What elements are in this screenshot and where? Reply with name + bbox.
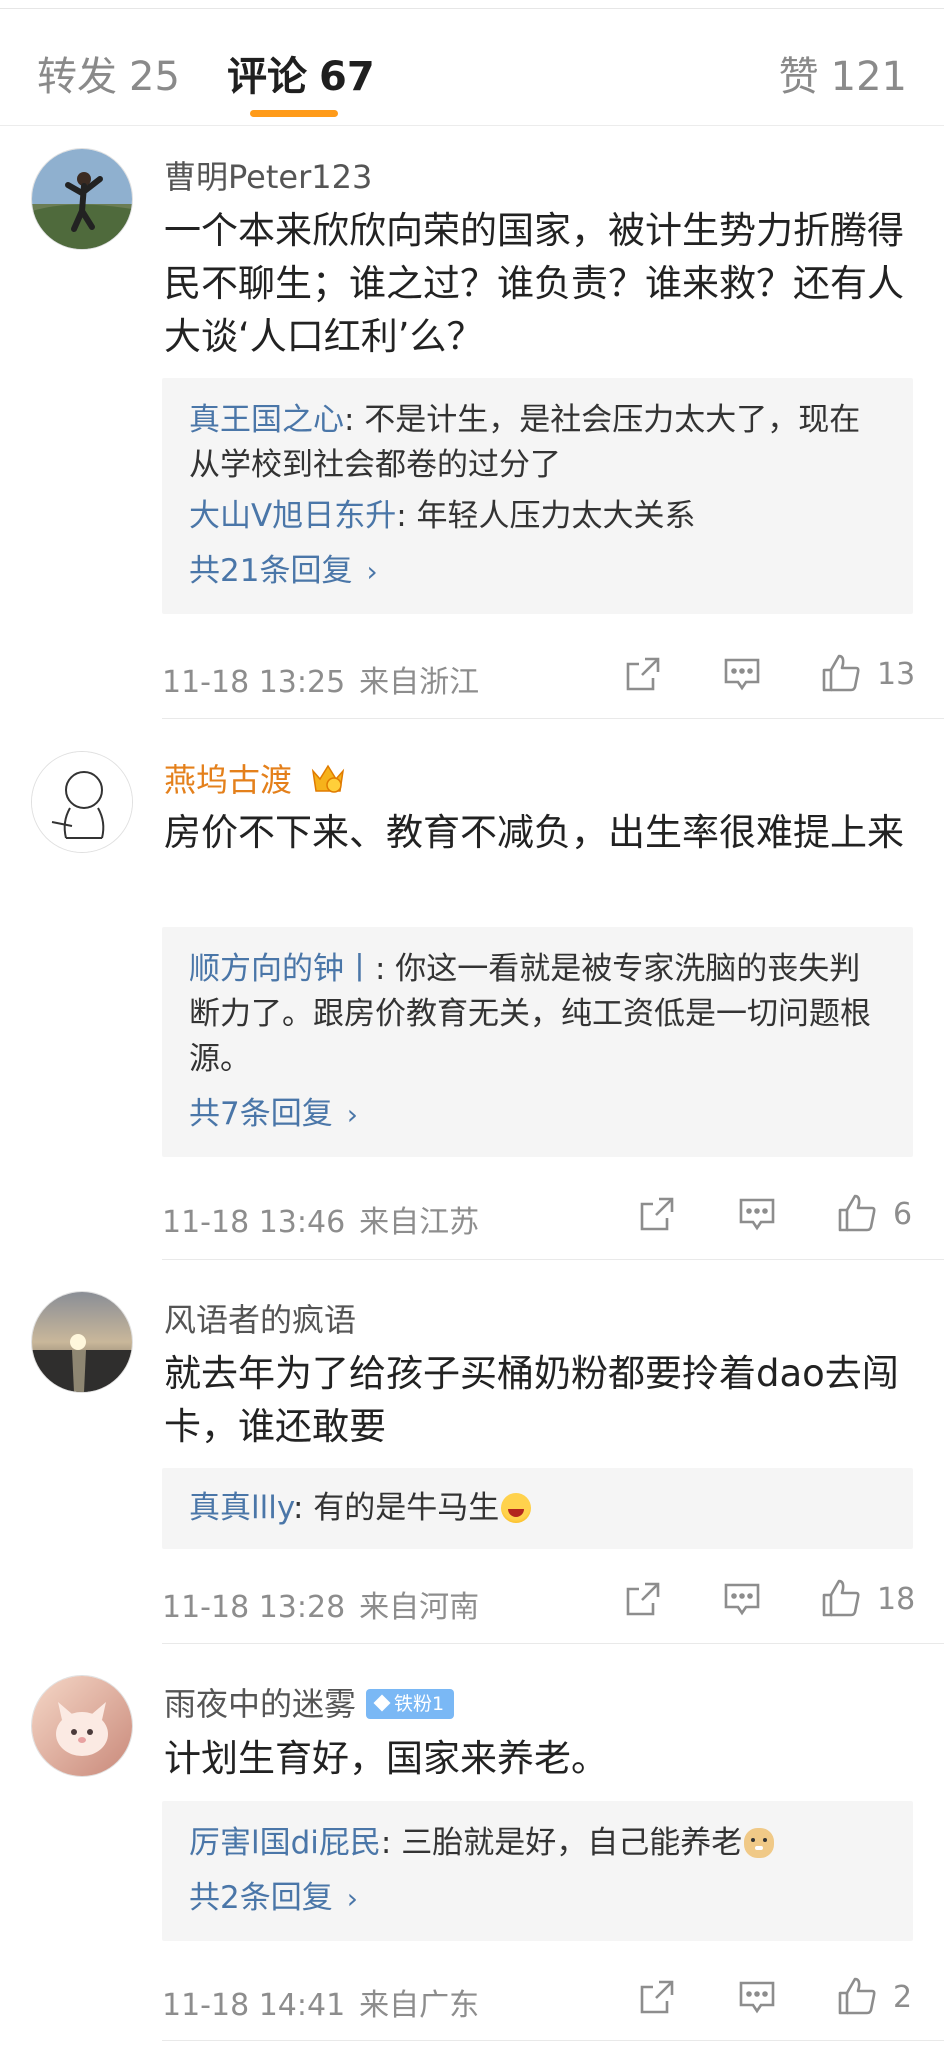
reply-text: : 三胎就是好，自己能养老 [380, 1825, 743, 1861]
username[interactable]: 雨夜中的迷雾 铁粉1 [164, 1679, 455, 1725]
more-replies-label: 共21条回复 [189, 553, 353, 589]
chevron-right-icon: › [366, 555, 378, 588]
more-replies-label: 共2条回复 [189, 1880, 333, 1916]
share-icon[interactable] [623, 1579, 663, 1623]
avatar[interactable] [31, 1675, 133, 1777]
thumbs-up-icon[interactable] [836, 1192, 878, 1238]
doge-emoji-icon [744, 1828, 775, 1858]
laughing-emoji-icon [501, 1493, 532, 1523]
reply-text: : 有的是牛马生 [292, 1490, 500, 1526]
comment-meta: 11-18 14:41 来自广东 [162, 1980, 479, 2024]
more-replies-link[interactable]: 共7条回复 › [189, 1092, 886, 1137]
username-label: 燕坞古渡 [164, 761, 293, 799]
avatar[interactable] [31, 751, 133, 853]
comment-location: 来自江苏 [359, 1205, 480, 1240]
chevron-right-icon: › [346, 1098, 358, 1131]
username[interactable]: 风语者的疯语 [164, 1295, 356, 1341]
reply-line: 顺方向的钟丨: 你这一看就是被专家洗脑的丧失判断力了。跟房价教育无关，纯工资低是… [189, 947, 886, 1082]
tab-likes[interactable]: 赞 121 [779, 44, 907, 102]
comment-location: 来自广东 [359, 1988, 480, 2023]
more-replies-link[interactable]: 共2条回复 › [189, 1876, 886, 1921]
comment-meta: 11-18 13:28 来自河南 [162, 1582, 479, 1626]
like-count: 13 [877, 657, 916, 692]
username[interactable]: 燕坞古渡 [164, 755, 346, 803]
reply-box[interactable]: 顺方向的钟丨: 你这一看就是被专家洗脑的丧失判断力了。跟房价教育无关，纯工资低是… [162, 927, 913, 1157]
more-replies-link[interactable]: 共21条回复 › [189, 549, 886, 594]
tab-comments-count: 67 [319, 54, 375, 100]
share-icon[interactable] [637, 1194, 677, 1238]
divider [162, 2040, 944, 2041]
fan-badge-label: 铁粉1 [394, 1693, 445, 1715]
tab-comments-label: 评论 [227, 54, 307, 100]
share-icon[interactable] [637, 1977, 677, 2021]
reply-box[interactable]: 真王国之心: 不是计生，是社会压力太大了，现在从学校到社会都卷的过分了 大山V旭… [162, 378, 913, 614]
comment-time: 11-18 13:28 [162, 1590, 346, 1625]
reply-box[interactable]: 厉害l国di屁民: 三胎就是好，自己能养老 共2条回复 › [162, 1801, 913, 1941]
more-replies-label: 共7条回复 [189, 1096, 333, 1132]
thumbs-up-icon[interactable] [820, 1577, 862, 1623]
tab-repost-count: 25 [129, 54, 180, 100]
comment-time: 11-18 14:41 [162, 1988, 346, 2023]
comment-icon[interactable] [737, 1194, 777, 1238]
tab-repost[interactable]: 转发 25 [37, 44, 180, 102]
comment-text: 房价不下来、教育不减负，出生率很难提上来 [164, 811, 904, 854]
comment-icon[interactable] [722, 1579, 762, 1623]
tab-likes-count: 121 [830, 54, 907, 100]
avatar[interactable] [31, 1291, 133, 1393]
avatar[interactable] [31, 148, 133, 250]
reply-username[interactable]: 大山V旭日东升 [189, 498, 396, 534]
like-count: 6 [893, 1197, 913, 1232]
like-count: 18 [877, 1582, 916, 1617]
reply-username[interactable]: 真真llly [189, 1490, 293, 1526]
comment-time: 11-18 13:25 [162, 665, 346, 700]
crown-icon [310, 761, 346, 803]
username[interactable]: 曹明Peter123 [164, 152, 372, 198]
divider [162, 718, 944, 719]
chevron-right-icon: › [346, 1882, 358, 1915]
diamond-icon [373, 1694, 391, 1712]
tab-likes-label: 赞 [778, 54, 819, 100]
comment-icon[interactable] [737, 1977, 777, 2021]
username-label: 雨夜中的迷雾 [164, 1685, 357, 1723]
comment-text: 计划生育好，国家来养老。 [164, 1737, 608, 1780]
tab-bar: 转发 25 评论 67 赞 121 [0, 30, 944, 126]
tab-repost-label: 转发 [37, 54, 117, 100]
reply-username[interactable]: 厉害l国di屁民 [189, 1825, 381, 1861]
reply-line: 真真llly: 有的是牛马生 [189, 1486, 886, 1531]
reply-username[interactable]: 真王国之心 [189, 402, 344, 438]
comment-text: 一个本来欣欣向荣的国家，被计生势力折腾得民不聊生；谁之过？谁负责？谁来救？还有人… [164, 209, 904, 358]
comment-text: 就去年为了给孩子买桶奶粉都要拎着dao去闯卡，谁还敢要 [164, 1352, 899, 1448]
share-icon[interactable] [623, 654, 663, 698]
reply-text: : 年轻人压力太大关系 [396, 498, 696, 534]
comment-icon[interactable] [722, 654, 762, 698]
reply-line: 厉害l国di屁民: 三胎就是好，自己能养老 [189, 1821, 886, 1866]
comment-location: 来自河南 [359, 1590, 480, 1625]
comment-location: 来自浙江 [359, 665, 480, 700]
reply-line: 真王国之心: 不是计生，是社会压力太大了，现在从学校到社会都卷的过分了 [189, 398, 886, 488]
comment-meta: 11-18 13:46 来自江苏 [162, 1197, 479, 1241]
comment-time: 11-18 13:46 [162, 1205, 346, 1240]
top-divider [0, 8, 944, 9]
like-count: 2 [893, 1980, 913, 2015]
fan-level-badge: 铁粉1 [366, 1689, 455, 1719]
divider [162, 1259, 944, 1260]
reply-box[interactable]: 真真llly: 有的是牛马生 [162, 1468, 913, 1549]
reply-username[interactable]: 顺方向的钟丨 [189, 951, 375, 987]
thumbs-up-icon[interactable] [820, 652, 862, 698]
tab-comments[interactable]: 评论 67 [227, 44, 375, 102]
divider [162, 1643, 944, 1644]
active-tab-indicator [250, 110, 338, 117]
comment-meta: 11-18 13:25 来自浙江 [162, 657, 479, 701]
thumbs-up-icon[interactable] [836, 1975, 878, 2021]
reply-line: 大山V旭日东升: 年轻人压力太大关系 [189, 494, 886, 539]
